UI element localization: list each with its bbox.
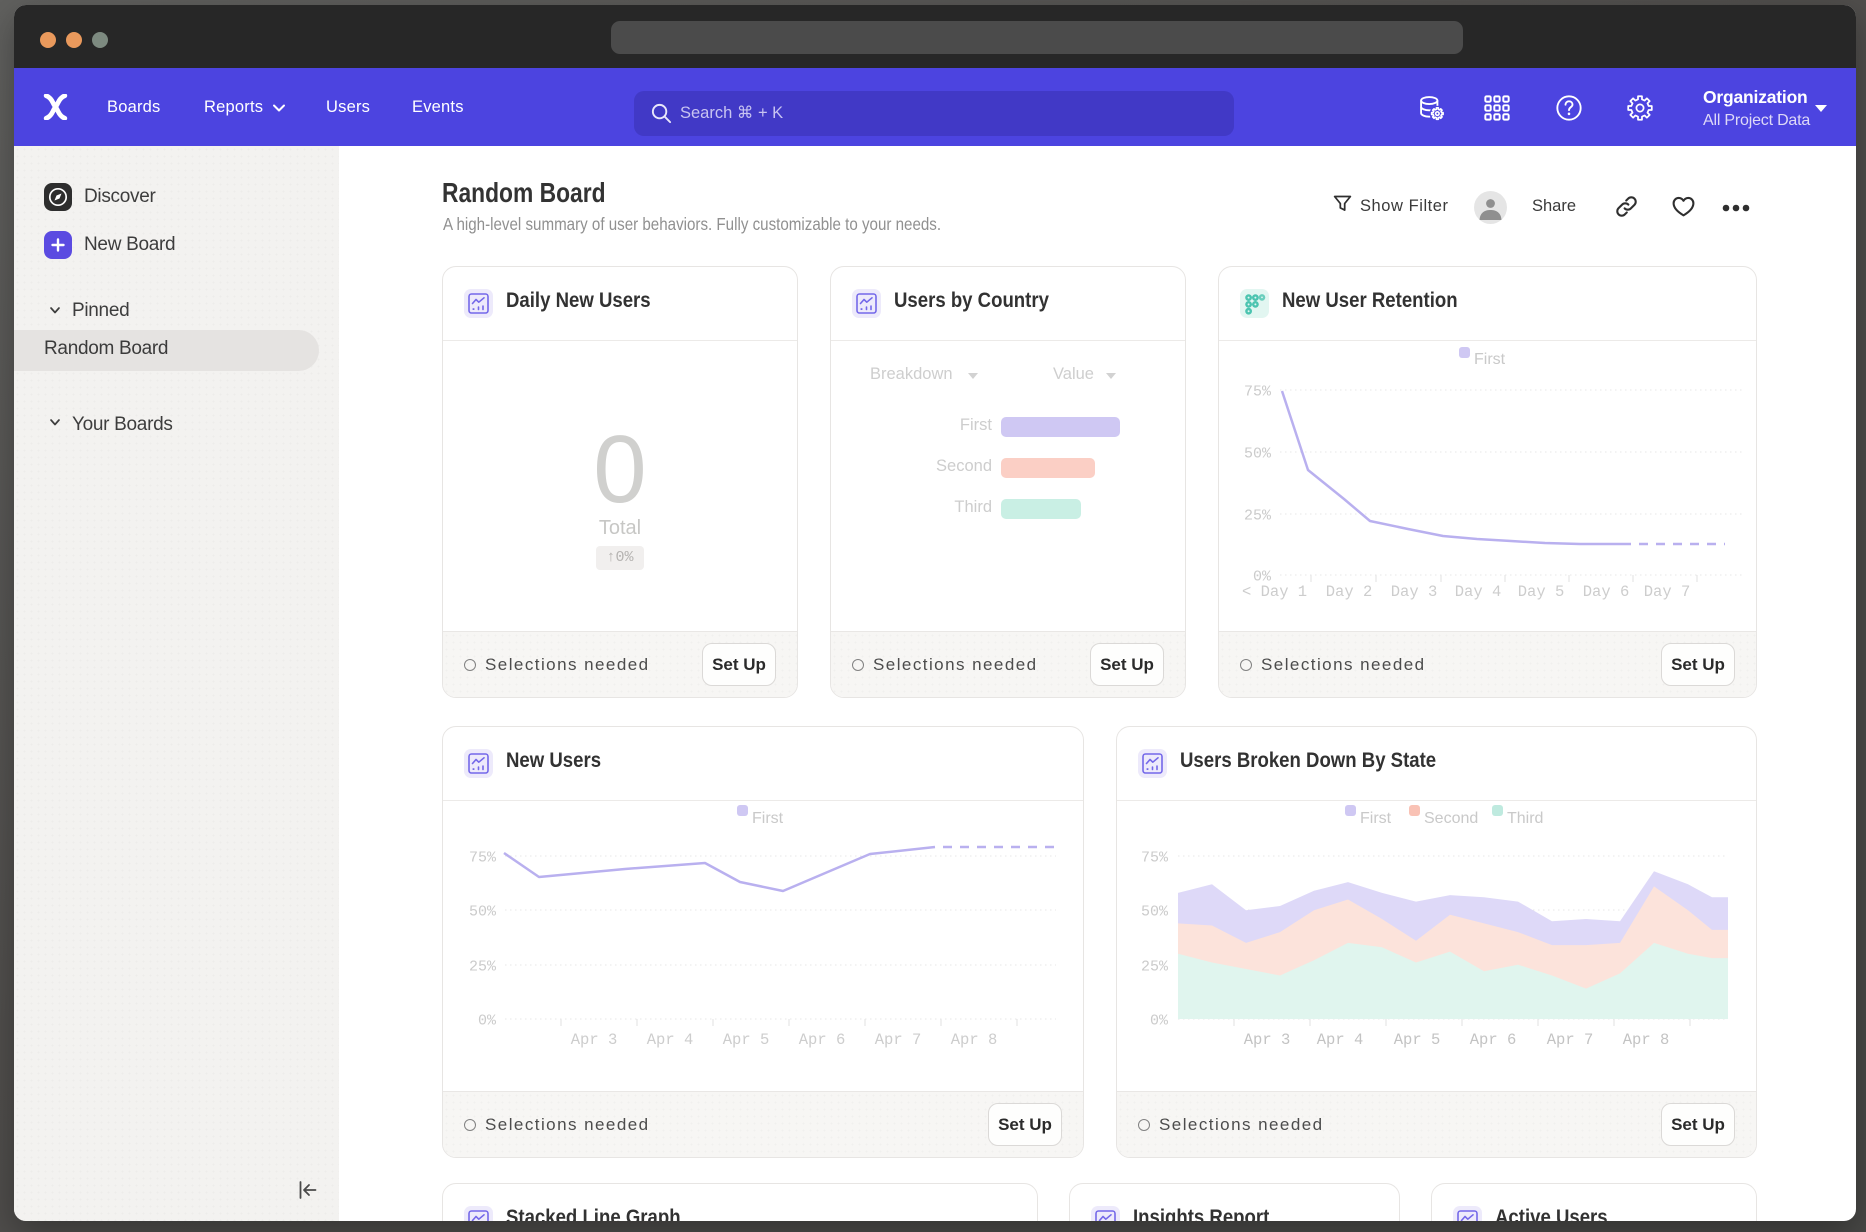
svg-text:Apr 4: Apr 4	[1317, 1031, 1364, 1049]
svg-text:Apr 8: Apr 8	[1623, 1031, 1670, 1049]
svg-text:First: First	[752, 810, 784, 827]
svg-text:75%: 75%	[469, 850, 497, 867]
svg-text:25%: 25%	[469, 959, 497, 976]
svg-text:Day 5: Day 5	[1518, 583, 1565, 601]
svg-text:Day 6: Day 6	[1583, 583, 1630, 601]
svg-text:Apr 6: Apr 6	[799, 1031, 846, 1049]
svg-text:Third: Third	[1507, 810, 1543, 827]
svg-text:50%: 50%	[1244, 446, 1272, 463]
svg-text:Apr 5: Apr 5	[1394, 1031, 1441, 1049]
svg-text:Apr 3: Apr 3	[571, 1031, 618, 1049]
svg-text:0%: 0%	[478, 1013, 497, 1030]
svg-text:Day 7: Day 7	[1644, 583, 1691, 601]
svg-text:Day 2: Day 2	[1326, 583, 1373, 601]
svg-text:Apr 3: Apr 3	[1244, 1031, 1291, 1049]
svg-text:Day 4: Day 4	[1455, 583, 1502, 601]
svg-text:Apr 8: Apr 8	[951, 1031, 998, 1049]
svg-text:< Day 1: < Day 1	[1242, 583, 1307, 601]
svg-text:Apr 7: Apr 7	[875, 1031, 922, 1049]
svg-text:50%: 50%	[469, 904, 497, 921]
svg-text:25%: 25%	[1244, 508, 1272, 525]
svg-text:First: First	[1360, 810, 1392, 827]
svg-text:75%: 75%	[1141, 850, 1169, 867]
svg-text:Apr 6: Apr 6	[1470, 1031, 1517, 1049]
svg-text:0%: 0%	[1150, 1013, 1169, 1030]
svg-text:Second: Second	[1424, 810, 1478, 827]
svg-text:Day 3: Day 3	[1391, 583, 1438, 601]
svg-text:Apr 5: Apr 5	[723, 1031, 770, 1049]
svg-text:First: First	[1474, 351, 1506, 368]
svg-text:75%: 75%	[1244, 384, 1272, 401]
svg-text:25%: 25%	[1141, 959, 1169, 976]
svg-text:50%: 50%	[1141, 904, 1169, 921]
svg-text:Apr 7: Apr 7	[1547, 1031, 1594, 1049]
svg-text:Apr 4: Apr 4	[647, 1031, 694, 1049]
